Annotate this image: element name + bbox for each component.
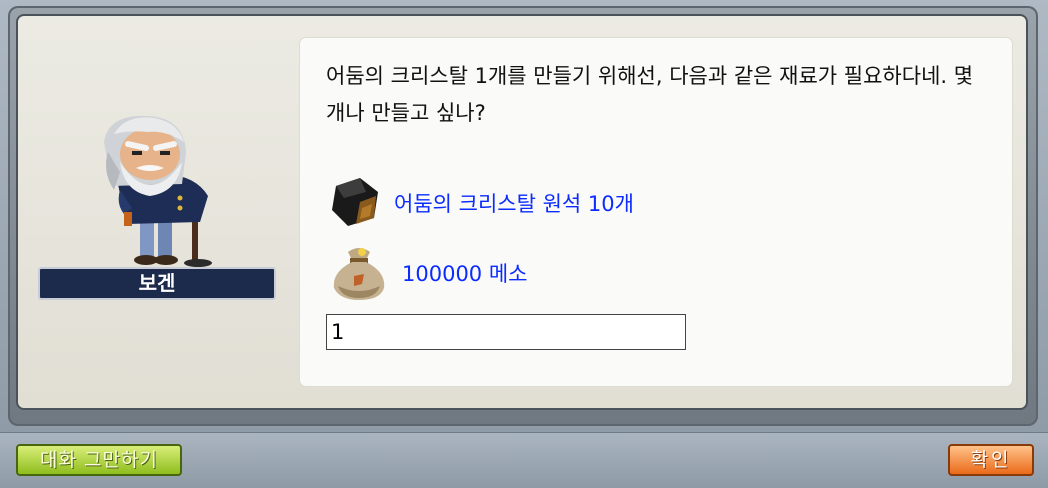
confirm-button[interactable]: 확인 xyxy=(948,444,1034,476)
npc-character-image xyxy=(104,115,212,267)
npc-portrait xyxy=(96,112,226,274)
meso-bag-icon xyxy=(326,238,392,308)
dialog-message: 어둠의 크리스탈 1개를 만들기 위해선, 다음과 같은 재료가 필요하다네. … xyxy=(326,64,974,125)
end-chat-button[interactable]: 대화 그만하기 xyxy=(16,444,182,476)
npc-nameplate: 보겐 xyxy=(38,267,276,300)
dark-crystal-ore-icon xyxy=(326,172,384,234)
material-label: 어둠의 크리스탈 원석 10개 xyxy=(394,192,634,216)
material-row-crystal-ore: 어둠의 크리스탈 원석 10개 xyxy=(326,172,634,234)
material-label: 100000 메소 xyxy=(402,262,528,286)
quantity-input[interactable] xyxy=(326,314,686,350)
material-row-meso: 100000 메소 xyxy=(326,238,527,308)
npc-dialog-window: 보겐 어둠의 크리스탈 1개를 만들기 위해선, 다음과 같은 재료가 필요하다… xyxy=(0,0,1048,488)
